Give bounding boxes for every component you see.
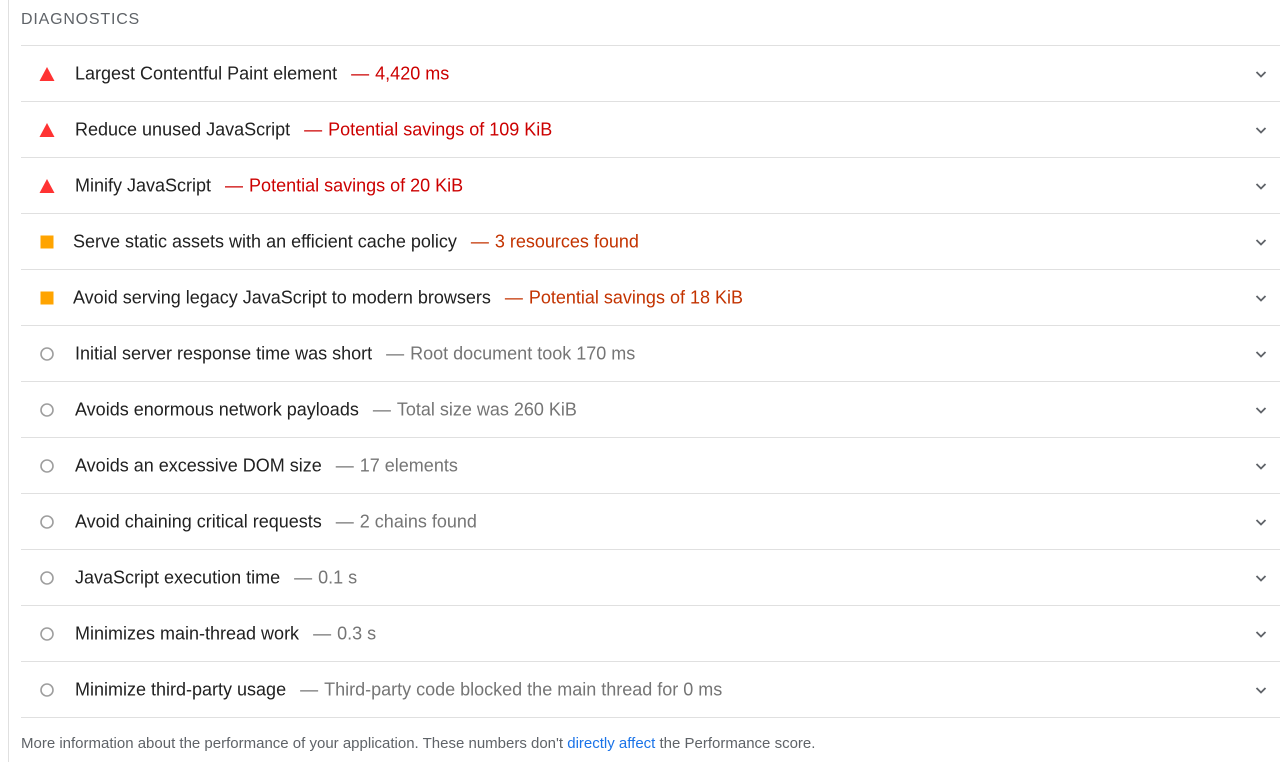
audit-value: Potential savings of 18 KiB (528, 287, 743, 307)
audit-separator: — (300, 679, 319, 699)
chevron-down-icon[interactable] (1253, 346, 1269, 362)
audit-separator: — (504, 287, 523, 307)
audit-row-dom-size[interactable]: Avoids an excessive DOM size —17 elements (21, 438, 1280, 494)
audit-text: Minimizes main-thread work —0.3 s (75, 623, 376, 644)
chevron-down-icon[interactable] (1253, 458, 1269, 474)
gray-circle-icon (39, 458, 55, 474)
audit-row-legacy-javascript[interactable]: Avoid serving legacy JavaScript to moder… (21, 270, 1280, 326)
red-triangle-icon (39, 122, 55, 138)
chevron-down-icon[interactable] (1253, 514, 1269, 530)
gray-circle-icon (39, 346, 55, 362)
audit-title: Minify JavaScript (75, 175, 212, 195)
audit-title: Initial server response time was short (75, 343, 373, 363)
audit-text: Largest Contentful Paint element —4,420 m… (75, 63, 449, 84)
audit-title: Avoid chaining critical requests (75, 511, 322, 531)
chevron-down-icon[interactable] (1253, 66, 1269, 82)
audit-value: 17 elements (359, 455, 458, 475)
audit-text: Reduce unused JavaScript — Potential savin… (75, 119, 552, 140)
audit-text: Minify JavaScript — Potential savings of 2… (75, 175, 463, 196)
audit-title: Minimizes main-thread work (75, 623, 300, 643)
audit-list: Largest Contentful Paint element —4,420 m… (21, 45, 1280, 718)
chevron-down-icon[interactable] (1253, 290, 1269, 306)
audit-separator: — (372, 399, 391, 419)
gray-circle-icon (39, 514, 55, 530)
chevron-down-icon[interactable] (1253, 570, 1269, 586)
audit-text: Minimize third-party usage — Third-party c… (75, 679, 722, 700)
gray-circle-icon (39, 570, 55, 586)
diagnostics-panel: DIAGNOSTICS Largest Contentful Paint ele… (8, 0, 1280, 762)
audit-separator: — (470, 231, 489, 251)
audit-value: Root document took 170 ms (410, 343, 636, 363)
audit-title: Reduce unused JavaScript (75, 119, 291, 139)
audit-value: 2 chains found (359, 511, 477, 531)
red-triangle-icon (39, 66, 55, 82)
footer-text-after: the Performance score. (655, 735, 816, 752)
audit-row-network-payloads[interactable]: Avoids enormous network payloads — Total s… (21, 382, 1280, 438)
audit-text: Avoids enormous network payloads — Total s… (75, 399, 577, 420)
audit-row-critical-request-chains[interactable]: Avoid chaining critical requests —2 chain… (21, 494, 1280, 550)
gray-circle-icon (39, 402, 55, 418)
audit-title: Avoid serving legacy JavaScript to moder… (73, 287, 491, 307)
audit-row-minify-javascript[interactable]: Minify JavaScript — Potential savings of 2… (21, 158, 1280, 214)
diagnostics-footer-note: More information about the performance o… (21, 735, 815, 752)
orange-square-icon (39, 290, 55, 306)
audit-title: Serve static assets with an efficient ca… (73, 231, 457, 251)
audit-separator: — (335, 455, 354, 475)
audit-row-main-thread-work[interactable]: Minimizes main-thread work —0.3 s (21, 606, 1280, 662)
audit-title: Avoids enormous network payloads (75, 399, 359, 419)
audit-text: JavaScript execution time —0.1 s (75, 567, 357, 588)
audit-value: Total size was 260 KiB (396, 399, 577, 419)
audit-value: Potential savings of 20 KiB (249, 175, 464, 195)
chevron-down-icon[interactable] (1253, 402, 1269, 418)
audit-text: Initial server response time was short — R… (75, 343, 635, 364)
audit-row-third-party-usage[interactable]: Minimize third-party usage — Third-party c… (21, 662, 1280, 718)
chevron-down-icon[interactable] (1253, 178, 1269, 194)
audit-separator: — (304, 119, 323, 139)
audit-title: Minimize third-party usage (75, 679, 287, 699)
audit-value: 0.1 s (318, 567, 358, 587)
red-triangle-icon (39, 178, 55, 194)
footer-text-before: More information about the performance o… (21, 735, 568, 752)
section-title: DIAGNOSTICS (21, 11, 141, 28)
audit-text: Serve static assets with an efficient ca… (73, 231, 639, 252)
audit-row-lcp-element[interactable]: Largest Contentful Paint element —4,420 m… (21, 46, 1280, 102)
chevron-down-icon[interactable] (1253, 682, 1269, 698)
audit-value: 0.3 s (337, 623, 377, 643)
audit-separator: — (313, 623, 332, 643)
chevron-down-icon[interactable] (1253, 626, 1269, 642)
audit-row-unused-javascript[interactable]: Reduce unused JavaScript — Potential savin… (21, 102, 1280, 158)
chevron-down-icon[interactable] (1253, 234, 1269, 250)
audit-separator: — (335, 511, 354, 531)
audit-text: Avoids an excessive DOM size —17 elements (75, 455, 458, 476)
audit-value: 3 resources found (494, 231, 639, 251)
audit-value: Potential savings of 109 KiB (328, 119, 553, 139)
audit-value: 4,420 ms (375, 63, 450, 83)
audit-row-server-response-time[interactable]: Initial server response time was short — R… (21, 326, 1280, 382)
directly-affect-link[interactable]: directly affect (567, 735, 655, 752)
gray-circle-icon (39, 626, 55, 642)
audit-value: Third-party code blocked the main thread… (324, 679, 723, 699)
audit-row-javascript-execution-time[interactable]: JavaScript execution time —0.1 s (21, 550, 1280, 606)
audit-text: Avoid chaining critical requests —2 chain… (75, 511, 477, 532)
audit-text: Avoid serving legacy JavaScript to moder… (73, 287, 743, 308)
audit-title: JavaScript execution time (75, 567, 281, 587)
chevron-down-icon[interactable] (1253, 122, 1269, 138)
audit-separator: — (386, 343, 405, 363)
gray-circle-icon (39, 682, 55, 698)
audit-separator: — (294, 567, 313, 587)
audit-separator: — (351, 63, 370, 83)
audit-separator: — (225, 175, 244, 195)
orange-square-icon (39, 234, 55, 250)
audit-title: Avoids an excessive DOM size (75, 455, 322, 475)
audit-row-cache-policy[interactable]: Serve static assets with an efficient ca… (21, 214, 1280, 270)
audit-title: Largest Contentful Paint element (75, 63, 338, 83)
